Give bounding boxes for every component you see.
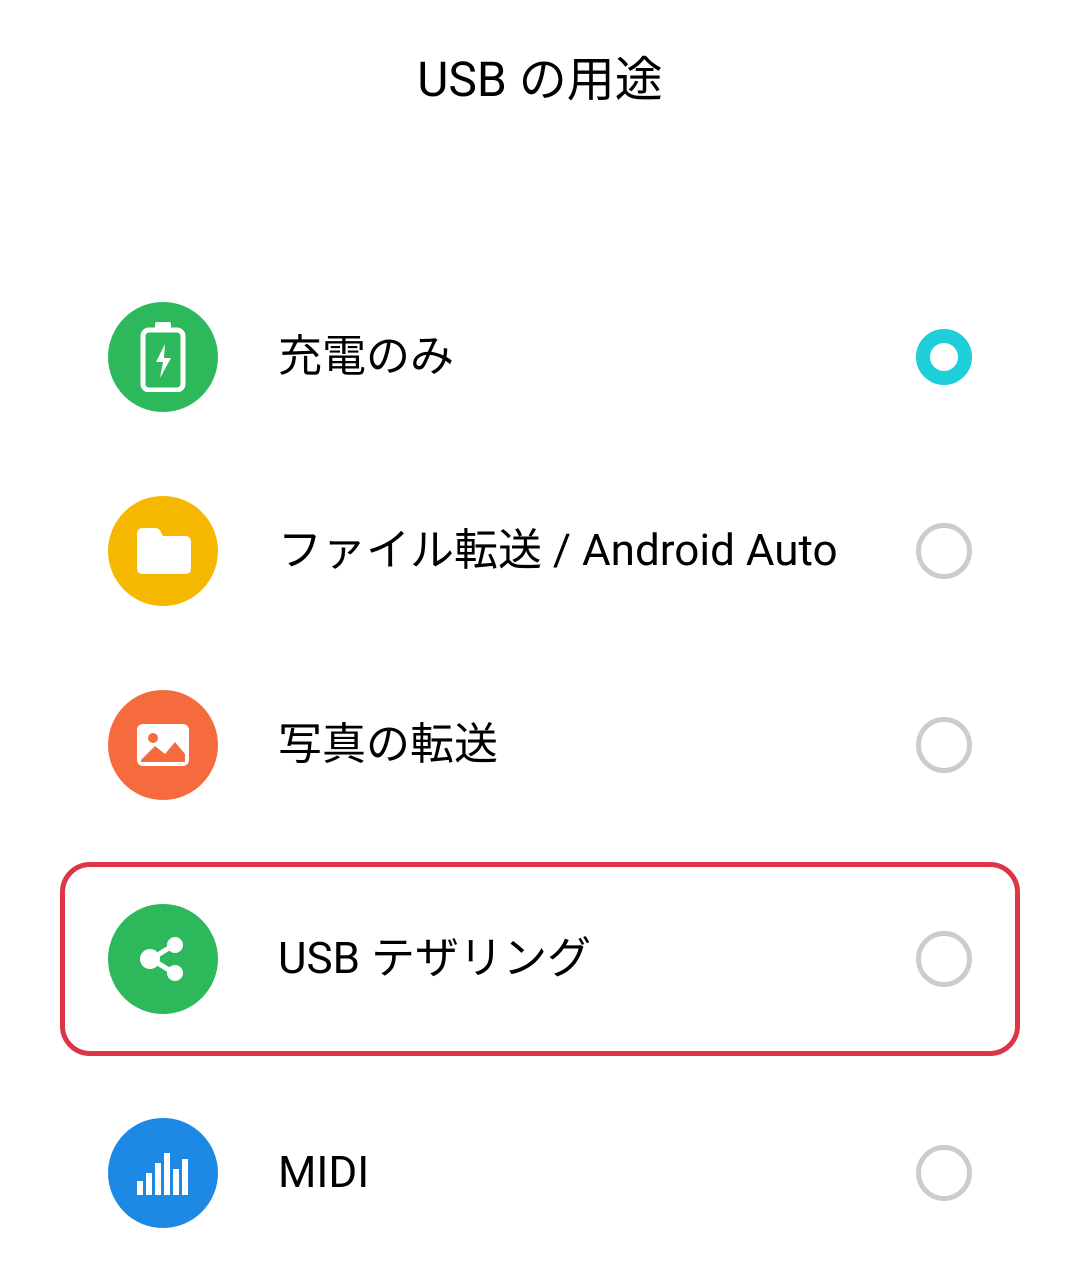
radio-selected-icon: [916, 329, 972, 385]
dialog-title: USB の用途: [0, 40, 1080, 110]
usb-usage-dialog: USB の用途 充電のみ ファイル転送 / Android Auto: [0, 0, 1080, 1264]
radio-unselected-icon: [916, 523, 972, 579]
battery-charge-icon: [108, 302, 218, 412]
option-usb-tethering[interactable]: USB テザリング: [60, 862, 1020, 1056]
option-charge-only[interactable]: 充電のみ: [60, 260, 1020, 454]
radio-unselected-icon: [916, 1145, 972, 1201]
radio-unselected-icon: [916, 931, 972, 987]
option-label: USB テザリング: [278, 928, 916, 990]
folder-icon: [108, 496, 218, 606]
option-label: 充電のみ: [278, 326, 916, 388]
radio-unselected-icon: [916, 717, 972, 773]
share-icon: [108, 904, 218, 1014]
option-photo-transfer[interactable]: 写真の転送: [60, 648, 1020, 842]
image-icon: [108, 690, 218, 800]
option-label: 写真の転送: [278, 714, 916, 776]
option-file-transfer[interactable]: ファイル転送 / Android Auto: [60, 454, 1020, 648]
options-list: 充電のみ ファイル転送 / Android Auto 写真の転送: [0, 260, 1080, 1270]
option-label: ファイル転送 / Android Auto: [278, 520, 916, 582]
option-midi[interactable]: MIDI: [60, 1076, 1020, 1270]
option-label: MIDI: [278, 1142, 916, 1204]
equalizer-icon: [108, 1118, 218, 1228]
